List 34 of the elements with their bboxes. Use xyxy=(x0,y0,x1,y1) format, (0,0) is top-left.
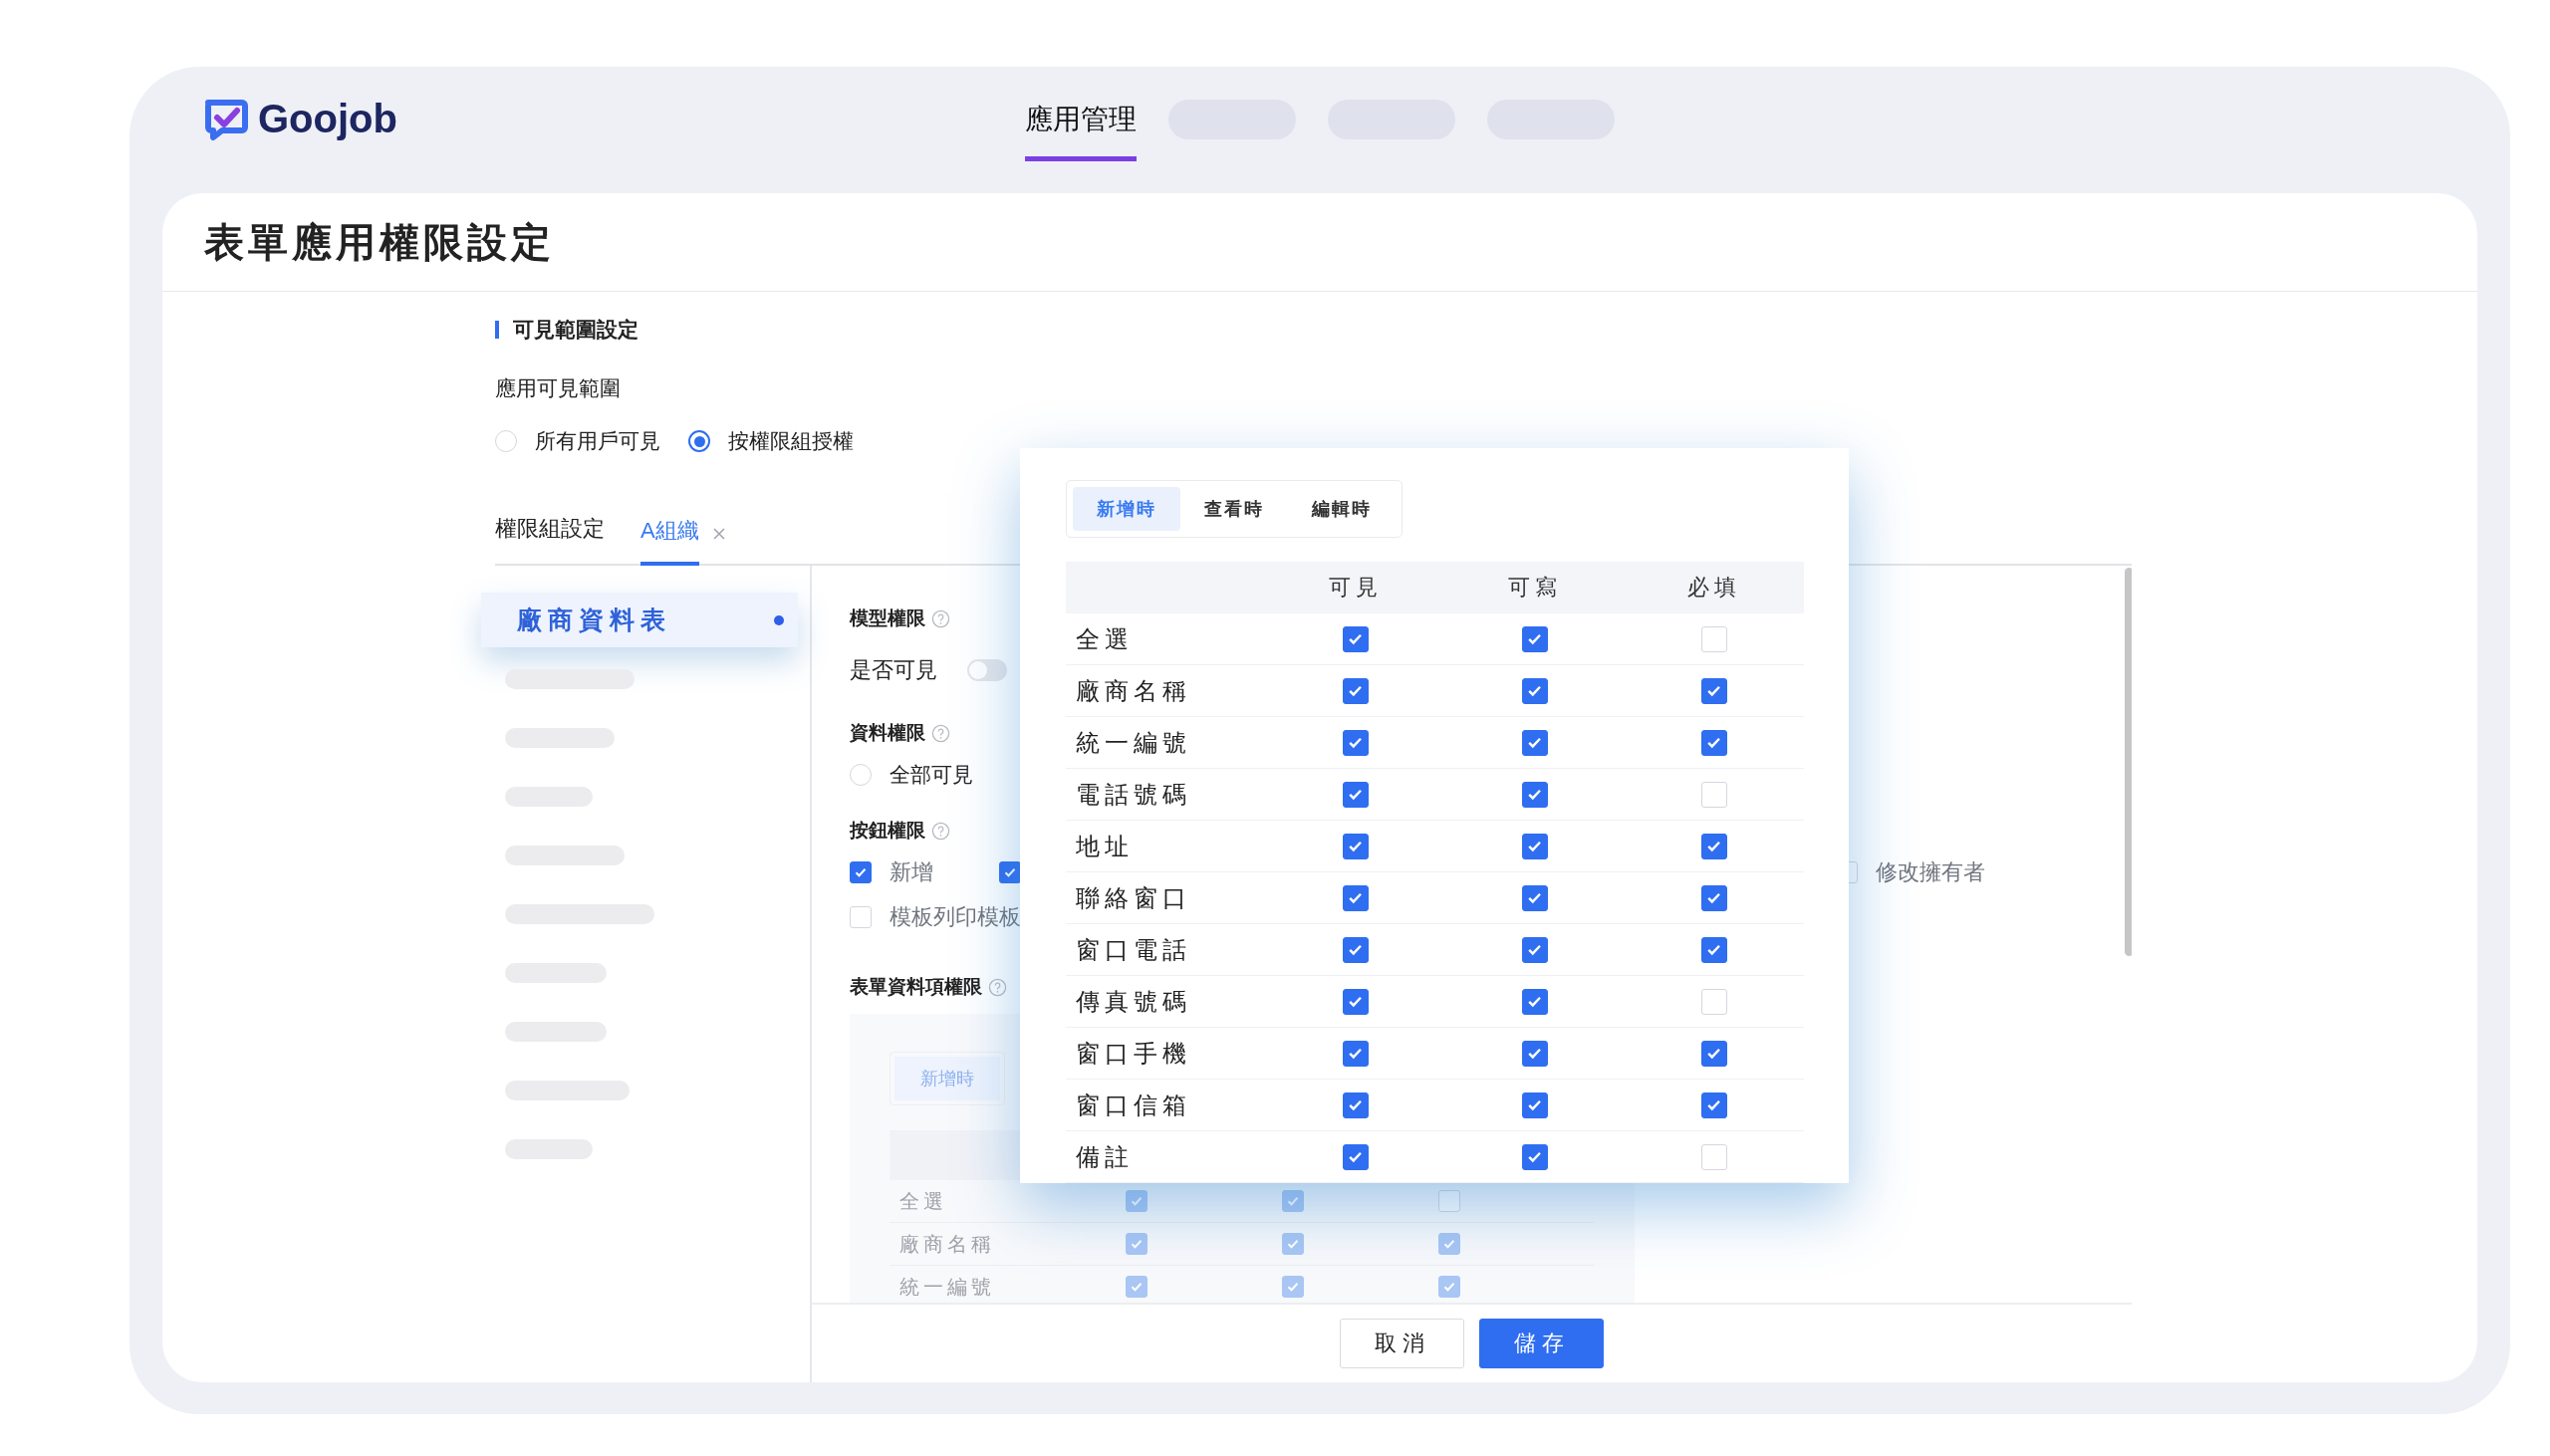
section-heading: 可見範圍設定 xyxy=(513,317,638,343)
radio-label: 所有用戶可見 xyxy=(535,428,660,454)
field-name: 統一編號 xyxy=(1076,728,1191,756)
field-name: 地址 xyxy=(1076,832,1134,859)
checkbox-label: 模板列印模板 xyxy=(890,903,1021,931)
checkbox-label: 新增 xyxy=(890,858,933,886)
permission-heading: 表單資料項權限 xyxy=(850,975,982,999)
toggle-label: 是否可見 xyxy=(850,656,937,684)
form-name: 廠商資料表 xyxy=(517,605,671,635)
tabs-label: 權限組設定 xyxy=(495,515,605,543)
column-header: 必填 xyxy=(1687,574,1741,602)
field-name: 統一編號 xyxy=(898,1274,996,1300)
radio-label: 按權限組授權 xyxy=(728,428,854,454)
checkbox-label: 修改擁有者 xyxy=(1876,858,1985,886)
permission-heading: 按鈕權限 xyxy=(850,819,925,843)
field-name: 廠商名稱 xyxy=(1076,676,1191,704)
field-name: 傳真號碼 xyxy=(1076,987,1191,1015)
field-name: 聯絡窗口 xyxy=(1076,883,1191,911)
permission-heading: 模型權限 xyxy=(850,607,925,630)
column-header: 可寫 xyxy=(1508,574,1562,602)
field-label: 應用可見範圍 xyxy=(495,375,622,401)
field-name: 窗口手機 xyxy=(1076,1039,1191,1067)
field-name: 窗口電話 xyxy=(1076,935,1191,963)
radio-label: 全部可見 xyxy=(890,762,973,788)
field-name: 全選 xyxy=(898,1188,948,1214)
field-name: 備註 xyxy=(1076,1142,1134,1170)
page-title: 表單應用權限設定 xyxy=(204,218,555,266)
logo-text: Goojob xyxy=(258,97,397,141)
permission-heading: 資料權限 xyxy=(850,721,925,745)
column-header: 可見 xyxy=(1329,574,1383,602)
field-name: 窗口信箱 xyxy=(1076,1091,1191,1118)
field-name: 廠商名稱 xyxy=(898,1231,996,1257)
field-name: 全選 xyxy=(1076,624,1134,652)
field-name: 電話號碼 xyxy=(1076,780,1191,808)
